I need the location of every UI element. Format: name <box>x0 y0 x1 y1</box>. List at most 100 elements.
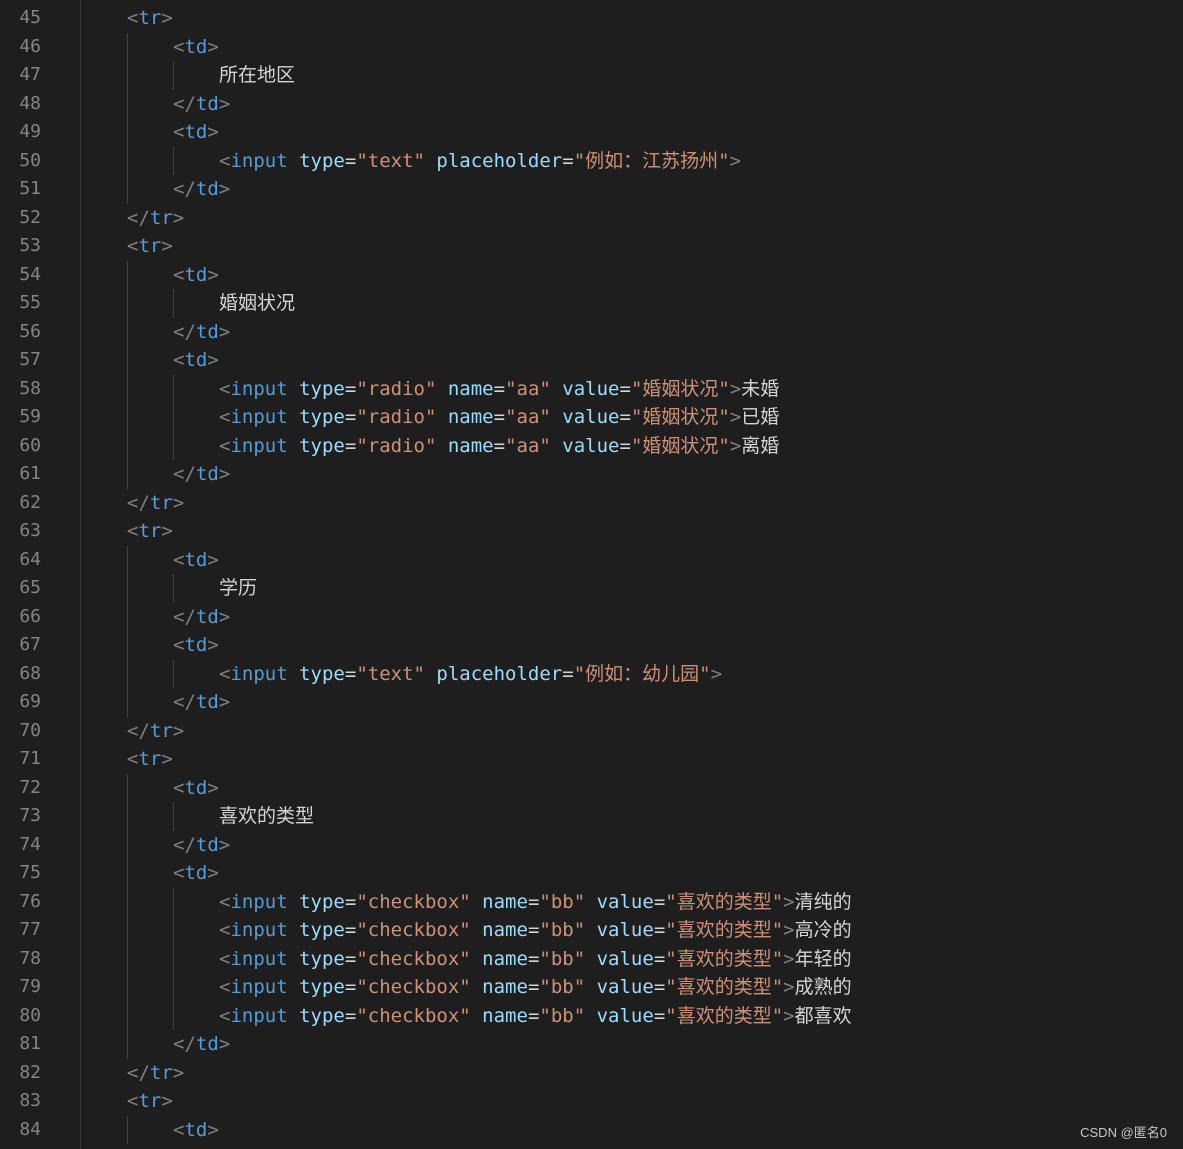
code-line[interactable]: 51 </td> <box>0 175 1183 204</box>
code-text[interactable]: 喜欢的类型 <box>219 802 314 831</box>
code-token: < <box>219 662 231 685</box>
code-line[interactable]: 66 </td> <box>0 602 1183 632</box>
code-text[interactable]: <input type="radio" name="aa" value="婚姻状… <box>219 375 779 404</box>
code-line[interactable]: 81 </td> <box>0 1030 1183 1059</box>
code-line[interactable]: 69 </td> <box>0 688 1183 717</box>
code-text[interactable]: </td> <box>173 318 230 347</box>
code-token: = <box>527 1004 540 1027</box>
code-text[interactable]: </td> <box>173 831 230 860</box>
code-line[interactable]: 77 <input type="checkbox" name="bb" value… <box>0 916 1183 945</box>
code-line[interactable]: 76 <input type="checkbox" name="bb" value… <box>0 887 1183 917</box>
code-line[interactable]: 45 <tr> <box>0 4 1183 33</box>
code-line[interactable]: 47 所在地区 <box>0 61 1183 90</box>
code-token: "radio" <box>356 434 437 457</box>
code-text[interactable]: <input type="checkbox" name="bb" value="… <box>219 973 852 1002</box>
code-line[interactable]: 60 <input type="radio" name="aa" value="婚… <box>0 431 1183 461</box>
indent-guide <box>127 1115 128 1144</box>
code-text[interactable]: <input type="radio" name="aa" value="婚姻状… <box>219 403 779 432</box>
code-text[interactable]: <tr> <box>127 4 173 33</box>
code-text[interactable]: </tr> <box>127 1059 184 1088</box>
code-text[interactable]: <td> <box>173 631 219 660</box>
code-line[interactable]: 70 </tr> <box>0 717 1183 746</box>
code-line[interactable]: 46 <td> <box>0 32 1183 62</box>
code-line[interactable]: 57 <td> <box>0 346 1183 375</box>
code-token: td <box>195 605 219 628</box>
code-line[interactable]: 83 <tr> <box>0 1087 1183 1116</box>
code-line[interactable]: 65 学历 <box>0 574 1183 603</box>
code-text[interactable]: <td> <box>173 346 219 375</box>
code-token: td <box>195 320 219 343</box>
code-lines[interactable]: 45 <tr> 46 <td> 47 所在地区 48 </td> 49 <td> 50 <input … <box>0 4 1183 1144</box>
code-token: < <box>219 976 231 998</box>
code-line[interactable]: 80 <input type="checkbox" name="bb" value… <box>0 1001 1183 1031</box>
code-text[interactable]: <input type="checkbox" name="bb" value="… <box>219 888 852 917</box>
code-line[interactable]: 75 <td> <box>0 859 1183 888</box>
code-line[interactable]: 68 <input type="text" placeholder="例如：幼儿园… <box>0 659 1183 689</box>
code-editor[interactable]: 45 <tr> 46 <td> 47 所在地区 48 </td> 49 <td> 50 <input … <box>0 0 1183 1149</box>
code-token: td <box>184 776 208 799</box>
code-line[interactable]: 73 喜欢的类型 <box>0 802 1183 831</box>
code-line[interactable]: 48 </td> <box>0 89 1183 119</box>
code-line[interactable]: 82 </tr> <box>0 1059 1183 1088</box>
code-text[interactable]: <td> <box>173 261 219 290</box>
code-text[interactable]: <tr> <box>127 232 173 261</box>
code-line[interactable]: 62 </tr> <box>0 489 1183 518</box>
code-text[interactable]: <td> <box>173 774 219 803</box>
code-line[interactable]: 78 <input type="checkbox" name="bb" value… <box>0 944 1183 974</box>
code-text[interactable]: <td> <box>173 118 219 147</box>
code-text[interactable]: 学历 <box>219 574 257 603</box>
code-token: td <box>195 833 219 856</box>
code-text[interactable]: <td> <box>173 33 219 62</box>
code-line[interactable]: 54 <td> <box>0 260 1183 290</box>
code-token: > <box>218 92 231 115</box>
code-line[interactable]: 71 <tr> <box>0 745 1183 774</box>
code-line[interactable]: 74 </td> <box>0 830 1183 860</box>
code-token: > <box>729 406 742 428</box>
code-text[interactable]: </td> <box>173 90 230 119</box>
code-line[interactable]: 53 <tr> <box>0 232 1183 261</box>
code-text[interactable]: </tr> <box>127 489 184 518</box>
code-text[interactable]: <td> <box>173 1116 219 1145</box>
code-text[interactable]: <input type="checkbox" name="bb" value="… <box>219 945 852 974</box>
code-text[interactable]: <td> <box>173 546 219 575</box>
code-line[interactable]: 79 <input type="checkbox" name="bb" value… <box>0 973 1183 1002</box>
line-number: 55 <box>19 292 41 313</box>
line-number: 77 <box>19 919 41 940</box>
code-line[interactable]: 61 </td> <box>0 460 1183 489</box>
code-text[interactable]: </td> <box>173 688 230 717</box>
code-text[interactable]: <input type="text" placeholder="例如：江苏扬州"… <box>219 147 741 176</box>
code-line[interactable]: 56 </td> <box>0 317 1183 347</box>
code-text[interactable]: </td> <box>173 175 230 204</box>
code-line[interactable]: 84 <td> <box>0 1115 1183 1145</box>
indent-guide <box>127 973 128 1002</box>
code-text[interactable]: 所在地区 <box>219 61 295 90</box>
code-text[interactable]: </td> <box>173 603 230 632</box>
code-text[interactable]: 婚姻状况 <box>219 289 295 318</box>
code-token: < <box>219 919 231 941</box>
code-text[interactable]: <tr> <box>127 745 173 774</box>
code-text[interactable]: <input type="radio" name="aa" value="婚姻状… <box>219 432 779 461</box>
line-number: 79 <box>19 976 41 997</box>
code-text[interactable]: <input type="text" placeholder="例如：幼儿园"> <box>219 660 722 689</box>
code-line[interactable]: 58 <input type="radio" name="aa" value="婚… <box>0 374 1183 404</box>
code-line[interactable]: 59 <input type="radio" name="aa" value="婚… <box>0 403 1183 432</box>
code-line[interactable]: 49 <td> <box>0 118 1183 147</box>
code-line[interactable]: 64 <td> <box>0 545 1183 575</box>
code-text[interactable]: </td> <box>173 460 230 489</box>
code-line[interactable]: 55 婚姻状况 <box>0 289 1183 318</box>
code-line[interactable]: 63 <tr> <box>0 517 1183 546</box>
code-token: "aa" <box>505 406 551 428</box>
code-line[interactable]: 50 <input type="text" placeholder="例如：江苏扬… <box>0 146 1183 176</box>
code-text[interactable]: <td> <box>173 859 219 888</box>
code-text[interactable]: <tr> <box>127 1087 173 1116</box>
code-text[interactable]: <tr> <box>127 517 173 546</box>
code-text[interactable]: </td> <box>173 1030 230 1059</box>
code-line[interactable]: 72 <td> <box>0 773 1183 803</box>
code-text[interactable]: <input type="checkbox" name="bb" value="… <box>219 1002 852 1031</box>
code-line[interactable]: 52 </tr> <box>0 204 1183 233</box>
code-text[interactable]: </tr> <box>127 717 184 746</box>
code-text[interactable]: </tr> <box>127 204 184 233</box>
code-text[interactable]: <input type="checkbox" name="bb" value="… <box>219 916 852 945</box>
code-line[interactable]: 67 <td> <box>0 631 1183 660</box>
